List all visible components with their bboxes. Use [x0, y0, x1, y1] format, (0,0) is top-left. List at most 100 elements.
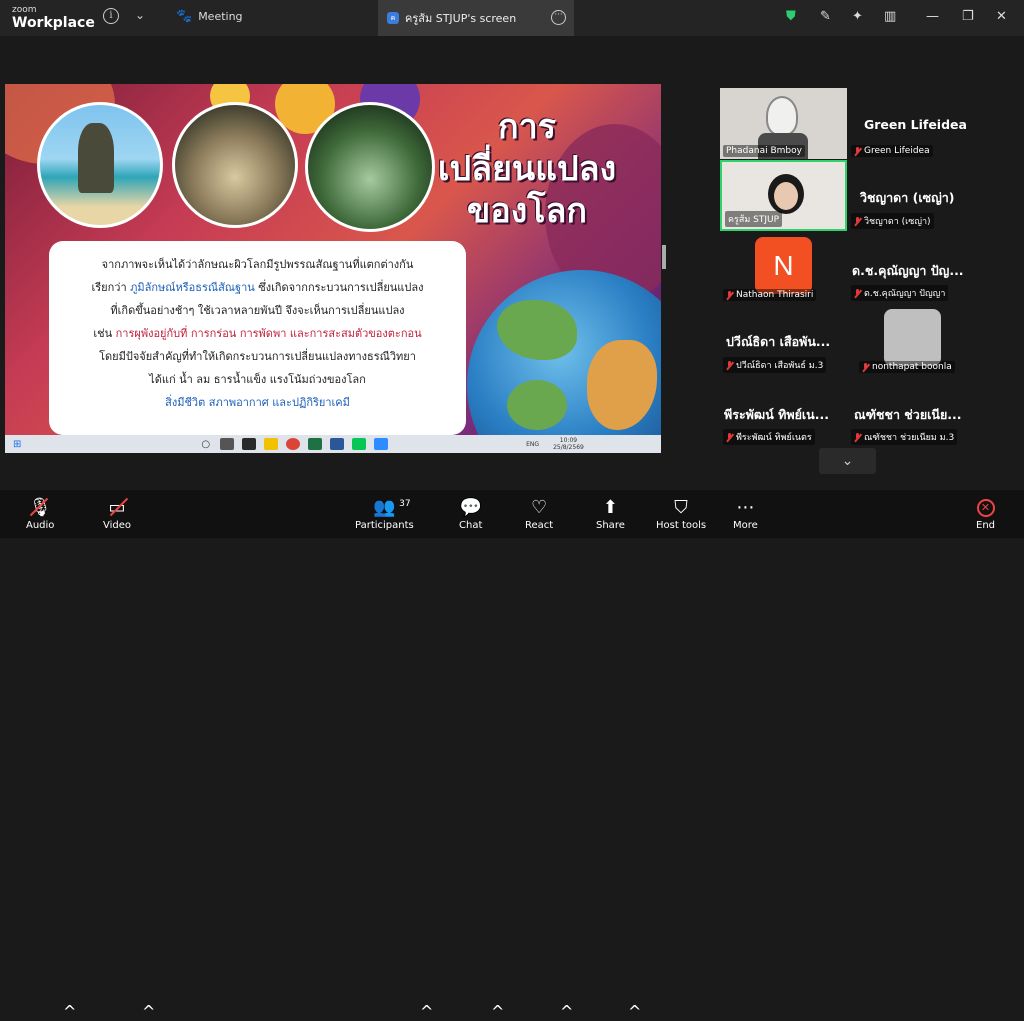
taskbar-lang[interactable]: ENG [526, 441, 539, 448]
slide-text-highlight: การผุพังอยู่กับที่ การกร่อน การพัดพา และ… [115, 327, 422, 340]
participants-icon: 👥 37 [373, 496, 410, 520]
zoom-app-icon[interactable] [374, 438, 389, 450]
meeting-toolbar: 🎙 Audio ^ ▭ Video ^ 👥37 Participants ^ 💬… [0, 490, 1024, 1021]
tab-meeting[interactable]: 🐾 Meeting [176, 9, 243, 24]
chevron-down-icon[interactable]: ⌄ [135, 8, 145, 22]
file-explorer-icon[interactable] [264, 438, 279, 450]
more-dots-icon: ⋯ [736, 497, 755, 518]
participant-tile[interactable]: ด.ช.คุณัญญา ปัญญา [848, 232, 975, 303]
line-icon[interactable] [352, 438, 367, 450]
participant-tile-active[interactable]: ครูส้ม STJUP [720, 160, 847, 231]
more-button[interactable]: ⋯ More [733, 496, 758, 531]
participant-tile[interactable]: Green Lifeidea [848, 88, 975, 159]
annotate-pen-icon[interactable]: ✎ [820, 9, 831, 24]
participant-name-text: Nathaon Thirasiri [736, 290, 814, 300]
host-tools-label: Host tools [656, 520, 707, 531]
participant-tile-name: ครูส้ม STJUP [725, 211, 783, 227]
video-options-caret[interactable]: ^ [142, 1002, 155, 1021]
participant-tile-name: Green Lifeidea [851, 145, 933, 157]
avatar [884, 309, 941, 366]
participant-tile[interactable]: ปวีณ์ธิดา เสือพันธ์ ม.3 [720, 304, 847, 375]
share-options-caret[interactable]: ^ [628, 1002, 641, 1021]
mic-muted-icon [862, 362, 869, 372]
widgets-icon[interactable] [242, 438, 257, 450]
participant-tile-name: วิชญาดา (เซญ่า) [851, 213, 934, 229]
splitter-handle[interactable] [662, 245, 666, 269]
participant-tile[interactable]: วิชญาดา (เซญ่า) [848, 160, 975, 231]
avatar-face [774, 182, 798, 210]
host-tools-button[interactable]: ⛉ Host tools [656, 496, 706, 531]
tab-shared-screen[interactable]: ค ครูส้ม STJUP's screen ··· [378, 0, 574, 36]
participant-tile-name: Phadanai Bmboy [723, 145, 805, 157]
photo-waterfall-circle [305, 102, 435, 232]
participant-name-text: ปวีณ์ธิดา เสือพันธ์ ม.3 [736, 361, 824, 371]
slide-title-line: การ [498, 107, 556, 147]
taskbar-time: 10:09 [559, 437, 578, 444]
slide-text-box: จากภาพจะเห็นได้ว่าลักษณะผิวโลกมีรูปพรรณส… [49, 241, 466, 435]
minimize-icon[interactable]: — [926, 9, 939, 24]
slide-text-span: เช่น [93, 327, 116, 340]
title-bar: zoom Workplace i ⌄ 🐾 Meeting ค ครูส้ม ST… [0, 0, 1024, 36]
scroll-down-button[interactable]: ⌄ [819, 448, 876, 474]
shield-icon: ⛉ [674, 497, 688, 518]
taskbar-clock[interactable]: 10:09 25/8/2569 [553, 437, 584, 451]
chat-bubble-icon: 💬 [459, 497, 482, 518]
participant-tile[interactable]: ณฑัชชา ช่วยเนียม ม.3 [848, 376, 975, 447]
mic-muted-icon: 🎙 [28, 497, 52, 518]
end-button[interactable]: ✕ End [976, 496, 995, 531]
participants-button[interactable]: 👥 37 Participants [355, 496, 414, 531]
photo-beach-circle [37, 102, 163, 228]
react-button[interactable]: ♡ React [525, 496, 553, 531]
restore-icon[interactable]: ❐ [962, 9, 974, 24]
participant-name-text: พีระพัฒน์ ทิพย์เนตร [736, 433, 812, 443]
search-icon[interactable]: ○ [201, 439, 210, 450]
react-options-caret[interactable]: ^ [560, 1002, 573, 1021]
slide-text-line: สิ่งมีชีวิต สภาพอากาศ และปฏิกิริยาเคมี [165, 396, 350, 409]
video-label: Video [103, 520, 132, 531]
chat-button[interactable]: 💬 Chat [459, 496, 482, 531]
participant-tile-name: ณฑัชชา ช่วยเนียม ม.3 [851, 429, 958, 445]
sparkle-icon[interactable]: ✦ [852, 9, 863, 24]
word-icon[interactable] [330, 438, 345, 450]
slide-text-line: โดยมีปัจจัยสำคัญที่ทำให้เกิดกระบวนการเปล… [99, 350, 416, 363]
avatar [766, 96, 798, 136]
shared-screen[interactable]: การ เปลี่ยนแปลง ของโลก จากภาพจะเห็นได้ว่… [5, 84, 661, 453]
shield-check-icon[interactable]: ⛊ [786, 9, 796, 24]
participant-tile[interactable]: พีระพัฒน์ ทิพย์เนตร [720, 376, 847, 447]
audio-options-caret[interactable]: ^ [63, 1002, 76, 1021]
windows-start-icon[interactable]: ⊞ [13, 439, 21, 450]
paw-icon: 🐾 [176, 9, 193, 24]
excel-icon[interactable] [308, 438, 323, 450]
windows-taskbar: ⊞ ○ ENG 10:09 25/8/2569 [5, 435, 661, 453]
end-label: End [976, 520, 996, 531]
view-layout-icon[interactable]: ▥ [884, 9, 896, 24]
participants-label: Participants [355, 520, 414, 531]
participant-tile-name: Nathaon Thirasiri [723, 289, 817, 301]
participant-name-text: ณฑัชชา ช่วยเนียม ม.3 [864, 433, 955, 443]
video-button[interactable]: ▭ Video [103, 496, 131, 531]
info-icon[interactable]: i [103, 8, 119, 24]
share-button[interactable]: ⬆ Share [596, 496, 625, 531]
close-icon[interactable]: ✕ [996, 9, 1007, 24]
chat-options-caret[interactable]: ^ [491, 1002, 504, 1021]
audio-button[interactable]: 🎙 Audio [26, 496, 54, 531]
chat-label: Chat [459, 520, 483, 531]
more-label: More [733, 520, 758, 531]
participant-name-text: ครูส้ม STJUP [728, 215, 780, 225]
chrome-icon[interactable] [286, 438, 301, 450]
participant-tile[interactable]: Phadanai Bmboy [720, 88, 847, 159]
participant-name-text: วิชญาดา (เซญ่า) [864, 217, 931, 227]
more-options-icon[interactable]: ··· [551, 10, 566, 25]
taskbar-date: 25/8/2569 [553, 444, 584, 451]
tab-shared-screen-label: ครูส้ม STJUP's screen [405, 12, 517, 25]
slide-text-line: เรียกว่า ภูมิลักษณ์หรือธรณีสัณฐาน ซึ่งเก… [57, 276, 458, 299]
participant-tile[interactable]: nonthapat boonla [856, 304, 983, 375]
screen-share-icon: ค [387, 12, 399, 24]
participants-options-caret[interactable]: ^ [420, 1002, 433, 1021]
presentation-slide: การ เปลี่ยนแปลง ของโลก จากภาพจะเห็นได้ว่… [5, 84, 661, 435]
mic-muted-icon [854, 288, 861, 298]
taskview-icon[interactable] [220, 438, 235, 450]
react-label: React [525, 520, 554, 531]
participant-tile[interactable]: N Nathaon Thirasiri [720, 232, 847, 303]
slide-text-span: เรียกว่า [91, 281, 131, 294]
